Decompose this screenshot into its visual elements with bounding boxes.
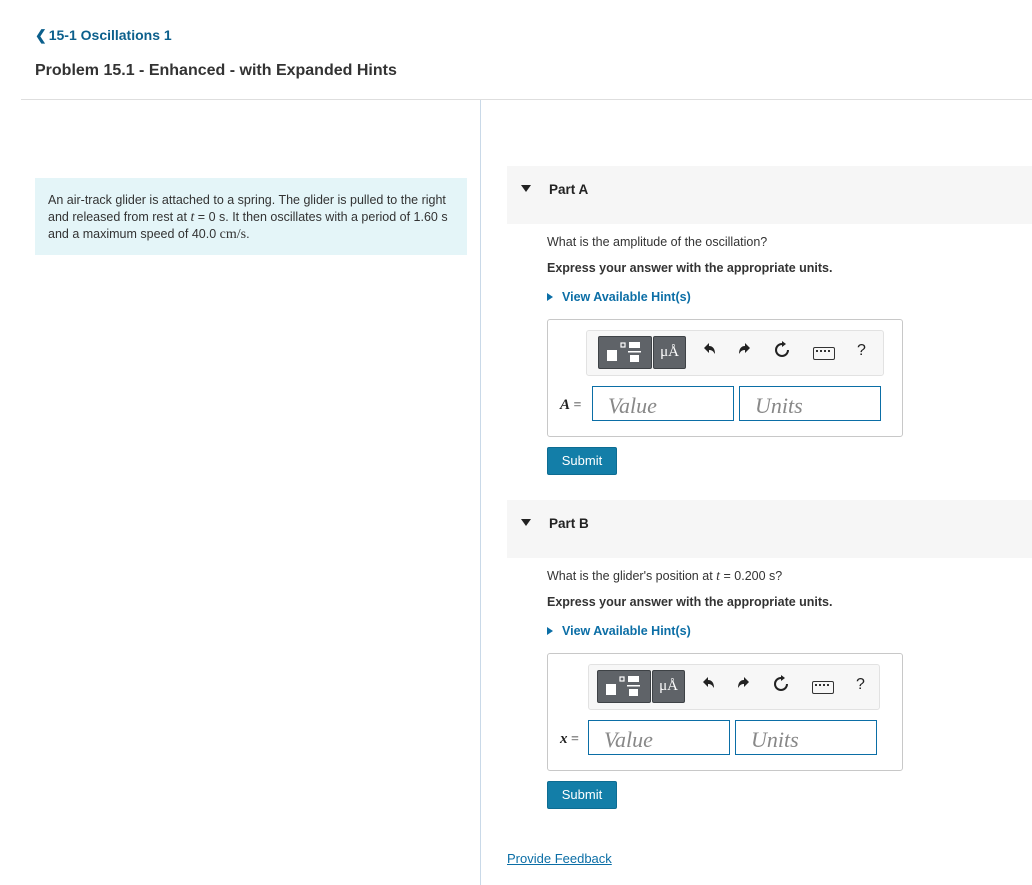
part-a-hint-link[interactable]: View Available Hint(s) [547, 290, 691, 304]
reset-icon[interactable] [773, 341, 791, 363]
templates-icon[interactable] [598, 336, 652, 369]
redo-icon[interactable] [737, 341, 753, 361]
part-b-label: Part B [549, 516, 589, 531]
part-a-header[interactable]: Part A [507, 166, 1032, 224]
templates-icon[interactable] [597, 670, 651, 703]
part-b-units-input[interactable]: Units [735, 720, 877, 755]
part-a-instruction: Express your answer with the appropriate… [547, 261, 833, 275]
part-a-value-input[interactable]: Value [592, 386, 734, 421]
undo-icon[interactable] [700, 675, 716, 695]
part-a-variable-label: A = [560, 397, 582, 413]
undo-icon[interactable] [701, 341, 717, 361]
collapse-triangle-icon [521, 185, 531, 192]
provide-feedback-link[interactable]: Provide Feedback [507, 851, 612, 866]
keyboard-icon[interactable] [813, 347, 835, 360]
units-icon[interactable]: μÅ [652, 670, 685, 703]
math-toolbar: μÅ ? [588, 664, 880, 710]
part-b-value-input[interactable]: Value [588, 720, 730, 755]
part-b-question: What is the glider's position at t = 0.2… [547, 569, 783, 584]
column-divider [480, 100, 481, 885]
part-a-submit-button[interactable]: Submit [547, 447, 617, 475]
part-b-instruction: Express your answer with the appropriate… [547, 595, 833, 609]
part-a-answer-box: μÅ ? A = Value Units [547, 319, 903, 437]
part-b-answer-box: μÅ ? x = Value Units [547, 653, 903, 771]
keyboard-icon[interactable] [812, 681, 834, 694]
units-icon[interactable]: μÅ [653, 336, 686, 369]
part-b-variable-label: x = [560, 731, 579, 747]
part-b-header[interactable]: Part B [507, 500, 1032, 558]
expand-triangle-icon [547, 626, 553, 635]
expand-triangle-icon [547, 292, 553, 301]
problem-statement-box: An air-track glider is attached to a spr… [35, 178, 467, 255]
math-toolbar: μÅ ? [586, 330, 884, 376]
chevron-left-icon: ❮ [35, 27, 47, 43]
help-icon[interactable]: ? [857, 342, 866, 360]
collapse-triangle-icon [521, 519, 531, 526]
redo-icon[interactable] [736, 675, 752, 695]
back-link[interactable]: ❮ 15-1 Oscillations 1 [35, 27, 172, 44]
back-link-label: 15-1 Oscillations 1 [48, 27, 172, 43]
header-divider [21, 99, 1032, 100]
part-a-question: What is the amplitude of the oscillation… [547, 235, 768, 249]
reset-icon[interactable] [772, 675, 790, 697]
problem-statement: An air-track glider is attached to a spr… [48, 193, 448, 242]
page-title: Problem 15.1 - Enhanced - with Expanded … [35, 62, 397, 79]
part-b-hint-link[interactable]: View Available Hint(s) [547, 624, 691, 638]
part-b-submit-button[interactable]: Submit [547, 781, 617, 809]
part-a-units-input[interactable]: Units [739, 386, 881, 421]
part-a-label: Part A [549, 182, 589, 197]
help-icon[interactable]: ? [856, 676, 865, 694]
